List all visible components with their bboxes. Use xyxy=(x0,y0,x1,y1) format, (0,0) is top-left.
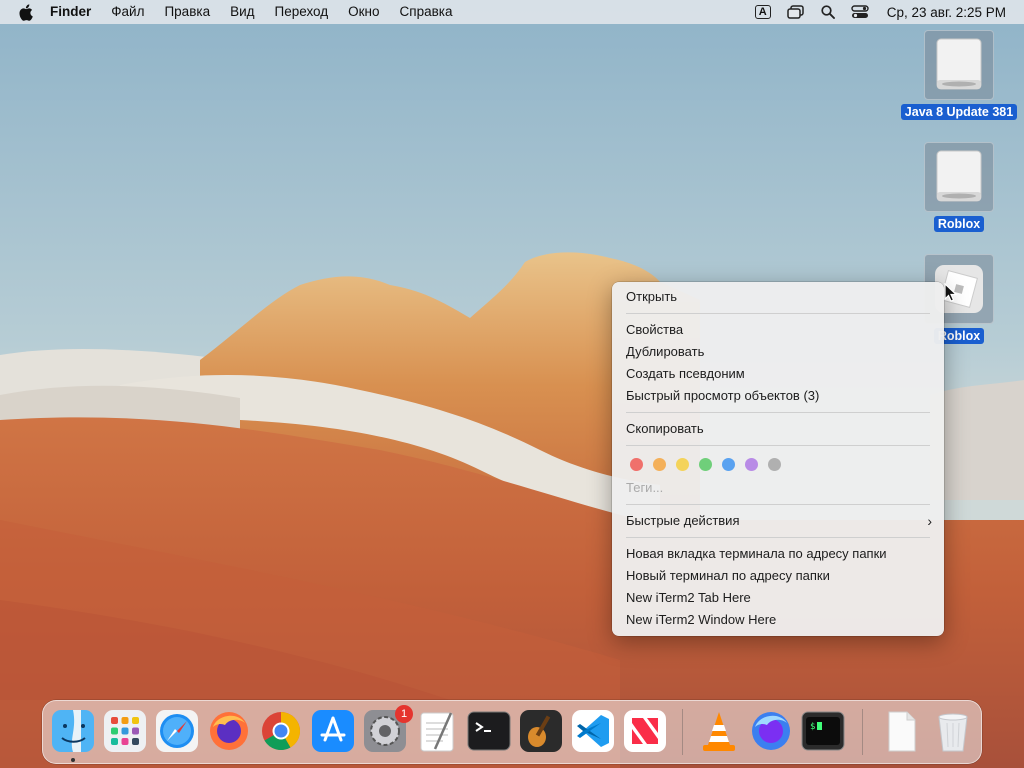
menu-item-quick-actions[interactable]: Быстрые действия › xyxy=(612,510,944,532)
menu-view[interactable]: Вид xyxy=(220,0,264,24)
chevron-right-icon: › xyxy=(927,513,932,529)
vscode-icon[interactable] xyxy=(571,709,615,753)
svg-text:$: $ xyxy=(810,722,815,732)
running-indicator xyxy=(71,758,75,762)
iterm2-icon[interactable]: $ xyxy=(801,709,845,753)
disk-image-icon xyxy=(924,142,994,212)
safari-icon[interactable] xyxy=(155,709,199,753)
desktop-icon-java[interactable]: Java 8 Update 381 xyxy=(899,30,1019,121)
system-settings-icon[interactable]: 1 xyxy=(363,705,413,753)
apple-menu-icon[interactable] xyxy=(16,0,36,24)
menu-item-quick-look[interactable]: Быстрый просмотр объектов (3) xyxy=(612,385,944,407)
desktop-icon-label: Java 8 Update 381 xyxy=(900,104,1018,120)
menu-separator xyxy=(626,313,930,314)
dock: 1 $ xyxy=(42,700,982,764)
firefox-developer-icon[interactable] xyxy=(749,709,793,753)
notification-badge: 1 xyxy=(395,705,413,723)
menu-item-open[interactable]: Открыть xyxy=(612,286,944,308)
menu-app-name[interactable]: Finder xyxy=(36,0,101,24)
desktop-icon-roblox-dmg[interactable]: Roblox xyxy=(899,142,1019,233)
vlc-icon[interactable] xyxy=(697,709,741,753)
quick-actions-label: Быстрые действия xyxy=(626,513,740,528)
textedit-icon[interactable] xyxy=(415,709,459,753)
menu-item-new-terminal[interactable]: Новый терминал по адресу папки xyxy=(612,565,944,587)
launchpad-icon[interactable] xyxy=(103,709,147,753)
desktop-icon-label: Roblox xyxy=(933,216,985,232)
control-center-icon[interactable] xyxy=(843,0,877,24)
tag-green[interactable] xyxy=(699,457,712,471)
menu-separator xyxy=(626,504,930,505)
menu-item-make-alias[interactable]: Создать псевдоним xyxy=(612,363,944,385)
disk-image-icon xyxy=(924,30,994,100)
dock-separator xyxy=(682,709,683,755)
menu-file[interactable]: Файл xyxy=(101,0,154,24)
tag-yellow[interactable] xyxy=(676,457,689,471)
tag-gray[interactable] xyxy=(768,457,781,471)
context-menu: Открыть Свойства Дублировать Создать псе… xyxy=(612,282,944,636)
menu-item-new-iterm-tab[interactable]: New iTerm2 Tab Here xyxy=(612,587,944,609)
firefox-icon[interactable] xyxy=(207,709,251,753)
screen-mirroring-icon[interactable] xyxy=(779,0,813,24)
finder-icon[interactable] xyxy=(51,709,95,753)
menu-item-new-terminal-tab[interactable]: Новая вкладка терминала по адресу папки xyxy=(612,543,944,565)
menu-bar: Finder Файл Правка Вид Переход Окно Спра… xyxy=(0,0,1024,24)
terminal-icon[interactable] xyxy=(467,709,511,753)
menu-go[interactable]: Переход xyxy=(265,0,339,24)
tag-blue[interactable] xyxy=(722,457,735,471)
dock-separator xyxy=(862,709,863,755)
tag-orange[interactable] xyxy=(653,457,666,471)
menu-item-duplicate[interactable]: Дублировать xyxy=(612,341,944,363)
menu-window[interactable]: Окно xyxy=(338,0,389,24)
menu-clock[interactable]: Ср, 23 авг. 2:25 PM xyxy=(877,5,1024,20)
menu-separator xyxy=(626,445,930,446)
input-source-label: A xyxy=(754,5,771,19)
menu-item-new-iterm-window[interactable]: New iTerm2 Window Here xyxy=(612,609,944,631)
mouse-cursor-icon xyxy=(944,283,958,302)
menu-item-copy[interactable]: Скопировать xyxy=(612,418,944,440)
chrome-icon[interactable] xyxy=(259,709,303,753)
menu-separator xyxy=(626,412,930,413)
spotlight-search-icon[interactable] xyxy=(813,0,843,24)
menu-help[interactable]: Справка xyxy=(390,0,463,24)
menu-item-tags[interactable]: Теги... xyxy=(612,477,944,499)
tag-colors-row xyxy=(612,451,944,477)
document-icon[interactable] xyxy=(879,709,923,753)
trash-icon[interactable] xyxy=(931,709,975,753)
app-store-icon[interactable] xyxy=(311,709,355,753)
garageband-icon[interactable] xyxy=(519,709,563,753)
menu-edit[interactable]: Правка xyxy=(154,0,220,24)
menu-separator xyxy=(626,537,930,538)
input-source-icon[interactable]: A xyxy=(747,0,779,24)
tag-red[interactable] xyxy=(630,457,643,471)
menu-item-properties[interactable]: Свойства xyxy=(612,319,944,341)
news-icon[interactable] xyxy=(623,709,667,753)
tag-purple[interactable] xyxy=(745,457,758,471)
